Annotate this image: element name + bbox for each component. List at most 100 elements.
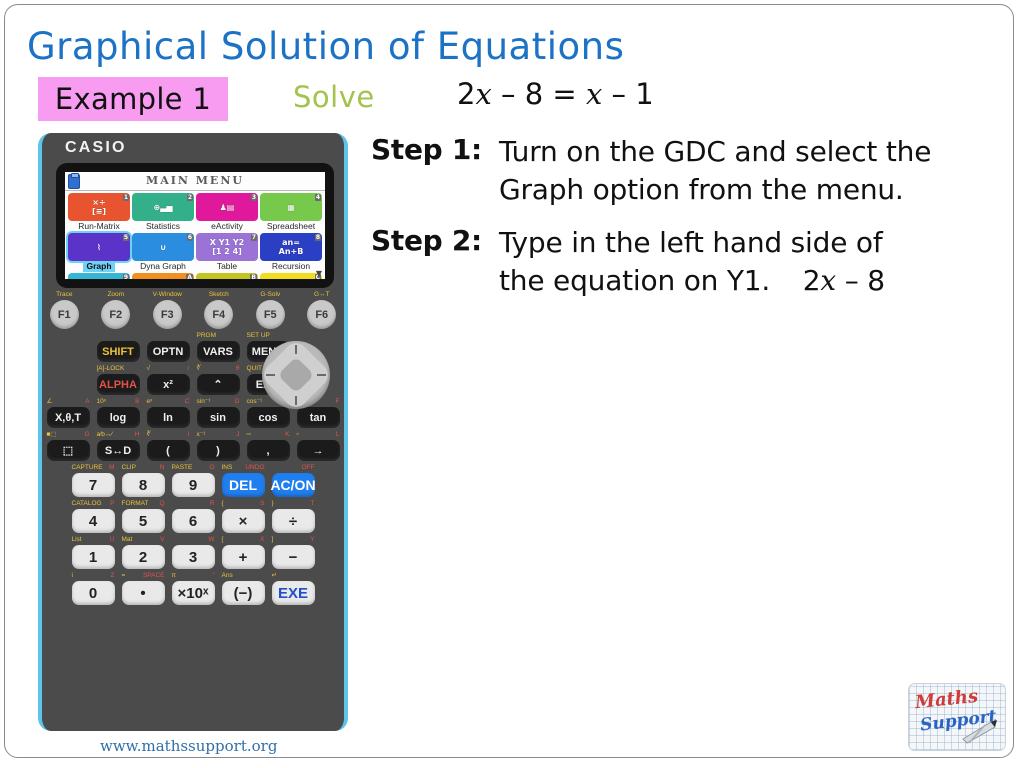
menu-tile-statistics[interactable]: ⊕▃▅ 2 Statistics xyxy=(132,193,194,232)
key-alpha[interactable]: [A]-LOCK ALPHA xyxy=(96,365,140,395)
key--[interactable]: ■⬚ G ⬚ xyxy=(46,431,90,461)
menu-tile-graph[interactable]: ⌇ 5 Graph xyxy=(68,233,130,272)
key-button[interactable]: AC/ON xyxy=(270,473,316,497)
menu-tile-icon[interactable]: ▦ 4 xyxy=(260,193,322,221)
function-key-f2[interactable]: Zoom F2 xyxy=(94,291,139,329)
key--[interactable]: ▫ L → xyxy=(296,431,340,461)
footer-url[interactable]: www.mathssupport.org xyxy=(100,737,277,755)
key-button[interactable]: 5 xyxy=(121,509,165,533)
menu-tile-icon[interactable]: ⊕▃▅ 2 xyxy=(132,193,194,221)
key-button[interactable]: ) xyxy=(196,440,240,461)
scroll-down-icon[interactable]: ▼ xyxy=(316,269,322,278)
key-button[interactable]: sin xyxy=(196,407,240,428)
key-button[interactable]: log xyxy=(96,407,140,428)
key--[interactable]: ] Y − xyxy=(271,536,315,569)
function-key-f5[interactable]: G-Solv F5 xyxy=(248,291,293,329)
menu-tile-conic-graphs[interactable]: △9Conic Graphs xyxy=(68,273,130,279)
menu-tile-eactivity[interactable]: ♟▤ 3 eActivity xyxy=(196,193,258,232)
key-optn[interactable]: OPTN xyxy=(146,332,190,362)
direction-pad[interactable] xyxy=(262,341,330,409)
key-6[interactable]: R6 xyxy=(171,500,215,533)
key-button[interactable]: 8 xyxy=(121,473,165,497)
key--[interactable]: ∛ I ( xyxy=(146,431,190,461)
key-button[interactable]: SHIFT xyxy=(96,341,140,362)
menu-tile-icon[interactable]: ⌇ 5 xyxy=(68,233,130,261)
function-key-button[interactable]: F6 xyxy=(307,300,337,329)
key--[interactable]: Ans (−) xyxy=(221,572,265,605)
key--[interactable]: } T ÷ xyxy=(271,500,315,533)
key-sin[interactable]: sin⁻¹ D sin xyxy=(196,398,240,428)
key-button[interactable]: cos xyxy=(246,407,290,428)
function-key-button[interactable]: F3 xyxy=(152,300,182,329)
menu-tile-run-matrix[interactable]: ×÷ [≡] 1 Run-Matrix xyxy=(68,193,130,232)
key-button[interactable]: , xyxy=(246,440,290,461)
menu-tile-recursion[interactable]: an= An+B 8 Recursion xyxy=(260,233,322,272)
key-button[interactable]: x² xyxy=(146,374,190,395)
function-key-f6[interactable]: G↔T F6 xyxy=(300,291,345,329)
key-button[interactable]: 7 xyxy=(71,473,115,497)
key-button[interactable]: ⌃ xyxy=(196,374,240,395)
function-key-button[interactable]: F2 xyxy=(101,300,131,329)
key-button[interactable]: tan xyxy=(296,407,340,428)
key-1[interactable]: List U 1 xyxy=(71,536,115,569)
menu-tile-table[interactable]: X Y1 Y2 [1 2 4] 7 Table xyxy=(196,233,258,272)
key-button[interactable]: OPTN xyxy=(146,341,190,362)
key-button[interactable]: 3 xyxy=(171,545,215,569)
menu-tile-icon[interactable]: ▤ ▤C xyxy=(260,273,322,279)
key--[interactable]: ▫▫ K, xyxy=(246,431,290,461)
key-button[interactable]: VARS xyxy=(196,341,240,362)
key-0[interactable]: iZ 0 xyxy=(71,572,115,605)
key-button[interactable]: 0 xyxy=(71,581,115,605)
menu-tile-spreadsheet[interactable]: ▦ 4 Spreadsheet xyxy=(260,193,322,232)
key-3[interactable]: W3 xyxy=(171,536,215,569)
key-button[interactable]: X,θ,T xyxy=(46,407,90,428)
key--[interactable]: = SPACE • xyxy=(121,572,165,605)
key-8[interactable]: CLIP N 8 xyxy=(121,464,165,497)
key-x-[interactable]: √ r x² xyxy=(146,365,190,395)
function-key-f3[interactable]: V-Window F3 xyxy=(145,291,190,329)
key-del[interactable]: INS UNDO DEL xyxy=(221,464,265,497)
key-button[interactable]: ln xyxy=(146,407,190,428)
key--[interactable]: {S × xyxy=(221,500,265,533)
key-button[interactable]: ⬚ xyxy=(46,440,90,461)
key-5[interactable]: FORMAT Q 5 xyxy=(121,500,165,533)
menu-tile-icon[interactable]: △9 xyxy=(68,273,130,279)
key-button[interactable]: 2 xyxy=(121,545,165,569)
key-button[interactable]: → xyxy=(296,440,340,461)
key-button[interactable]: DEL xyxy=(221,473,265,497)
key-button[interactable]: EXE xyxy=(271,581,315,605)
key-button[interactable]: 1 xyxy=(71,545,115,569)
key-ln[interactable]: eˣ C ln xyxy=(146,398,190,428)
key-button[interactable]: + xyxy=(221,545,265,569)
key-4[interactable]: CATALOG P 4 xyxy=(71,500,115,533)
key-2[interactable]: Mat V 2 xyxy=(121,536,165,569)
key-x-t[interactable]: ∠ A X,θ,T xyxy=(46,398,90,428)
function-key-f4[interactable]: Sketch F4 xyxy=(197,291,242,329)
key--[interactable]: x⁻¹ J) xyxy=(196,431,240,461)
key--[interactable]: ∛ θ ⌃ xyxy=(196,365,240,395)
function-key-f1[interactable]: Trace F1 xyxy=(42,291,87,329)
key-shift[interactable]: SHIFT xyxy=(96,332,140,362)
function-key-button[interactable]: F5 xyxy=(255,300,285,329)
key-button[interactable]: • xyxy=(121,581,165,605)
key--[interactable]: [X + xyxy=(221,536,265,569)
menu-tile-icon[interactable]: an= An+B 8 xyxy=(260,233,322,261)
key-button[interactable]: − xyxy=(271,545,315,569)
key-7[interactable]: CAPTURE M 7 xyxy=(71,464,115,497)
function-key-button[interactable]: F4 xyxy=(204,300,234,329)
key-button[interactable]: ×10ˣ xyxy=(171,581,215,605)
menu-tile-icon[interactable]: ∪ 6 xyxy=(132,233,194,261)
key-button[interactable]: 6 xyxy=(171,509,215,533)
menu-tile-equation[interactable]: aX²+bX+c=0AEquation xyxy=(132,273,194,279)
menu-tile-dyna-graph[interactable]: ∪ 6 Dyna Graph xyxy=(132,233,194,272)
key-button[interactable]: ALPHA xyxy=(96,374,140,395)
key-9[interactable]: PASTE O 9 xyxy=(171,464,215,497)
key-button[interactable]: × xyxy=(221,509,265,533)
menu-tile-program[interactable]: ▭─▭BProgram xyxy=(196,273,258,279)
menu-tile-icon[interactable]: ♟▤ 3 xyxy=(196,193,258,221)
key-exe[interactable]: ↵ EXE xyxy=(271,572,315,605)
key-button[interactable]: S↔D xyxy=(96,440,140,461)
menu-tile-financial[interactable]: ▤ ▤CFinancial xyxy=(260,273,322,279)
key-button[interactable]: ÷ xyxy=(271,509,315,533)
key-button[interactable]: 9 xyxy=(171,473,215,497)
